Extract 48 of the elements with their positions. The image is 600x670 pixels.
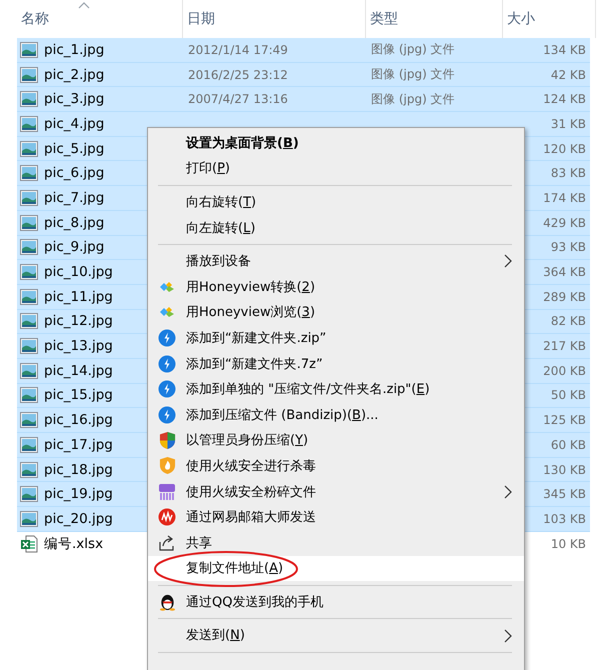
file-size: 174 KB: [543, 190, 586, 205]
file-size: 217 KB: [543, 339, 586, 354]
file-size: 31 KB: [550, 116, 586, 131]
file-size: 289 KB: [543, 290, 586, 304]
file-size: 103 KB: [543, 512, 586, 526]
file-size: 200 KB: [543, 364, 586, 378]
file-name: pic_14.jpg: [44, 362, 113, 379]
file-name: pic_1.jpg: [44, 42, 104, 58]
file-type: 图像 (jpg) 文件: [371, 67, 455, 82]
file-name: pic_20.jpg: [44, 510, 113, 527]
file-name: pic_4.jpg: [44, 116, 104, 132]
file-name: pic_10.jpg: [44, 264, 113, 280]
file-size: 50 KB: [550, 388, 586, 402]
file-name: 编号.xlsx: [44, 535, 104, 554]
file-name: pic_19.jpg: [44, 486, 113, 502]
file-size: 134 KB: [543, 42, 586, 57]
file-size: 124 KB: [543, 92, 586, 106]
file-name: pic_13.jpg: [44, 338, 113, 354]
file-size: 429 KB: [543, 216, 586, 230]
file-name: pic_8.jpg: [44, 214, 104, 231]
file-size: 10 KB: [550, 537, 586, 552]
file-name: pic_11.jpg: [44, 288, 113, 305]
file-name: pic_17.jpg: [44, 436, 113, 453]
file-name: pic_18.jpg: [44, 462, 113, 478]
file-name: pic_5.jpg: [44, 140, 104, 157]
file-size: 130 KB: [543, 462, 586, 477]
file-name: pic_3.jpg: [44, 91, 104, 108]
file-name: pic_9.jpg: [44, 239, 104, 256]
file-size: 60 KB: [550, 438, 586, 452]
file-size: 125 KB: [543, 413, 586, 428]
file-size: 345 KB: [543, 487, 586, 502]
file-size: 364 KB: [543, 265, 586, 280]
file-size: 120 KB: [543, 142, 586, 156]
file-name: pic_12.jpg: [44, 313, 113, 330]
file-name: pic_16.jpg: [44, 412, 113, 428]
file-name: pic_6.jpg: [44, 165, 104, 182]
file-size: 42 KB: [550, 68, 586, 82]
file-size: 83 KB: [550, 166, 586, 180]
file-size: 82 KB: [550, 314, 586, 328]
file-date: 2007/4/27 13:16: [188, 92, 288, 106]
file-type: 图像 (jpg) 文件: [371, 42, 455, 56]
file-name: pic_15.jpg: [44, 387, 113, 404]
file-date: 2016/2/25 23:12: [188, 68, 288, 82]
file-type: 图像 (jpg) 文件: [371, 92, 455, 106]
file-name: pic_2.jpg: [44, 66, 104, 83]
file-date: 2012/1/14 17:49: [188, 42, 288, 57]
file-size: 93 KB: [550, 240, 586, 254]
file-name: pic_7.jpg: [44, 190, 104, 206]
